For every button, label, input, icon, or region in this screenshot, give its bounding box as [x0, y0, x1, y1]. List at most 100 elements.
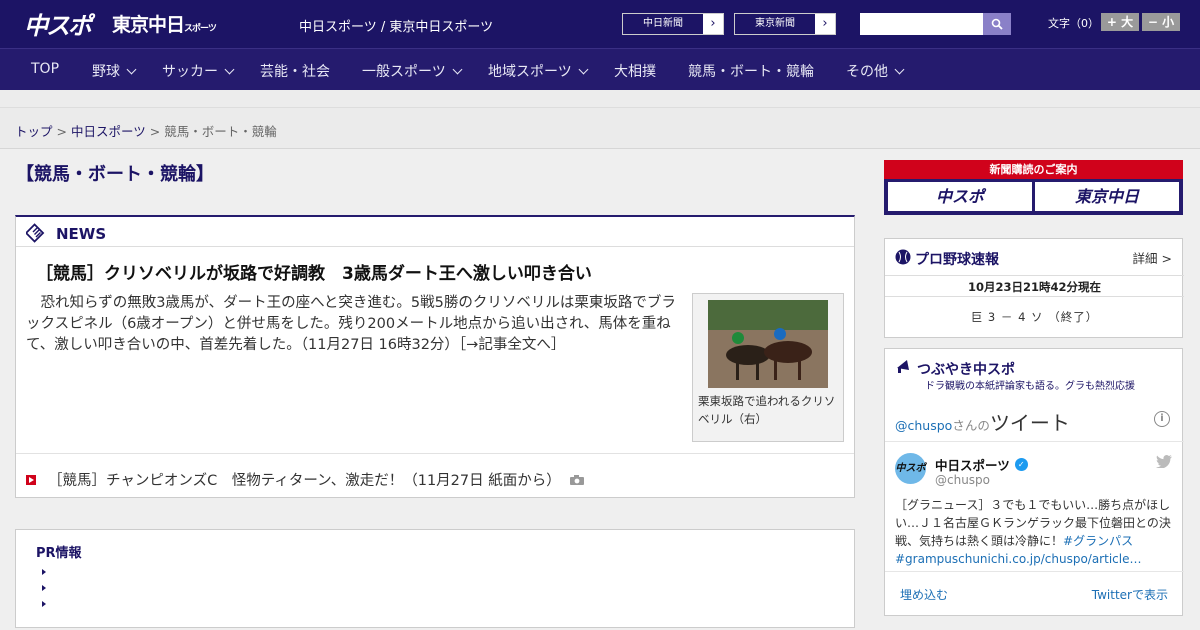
subscribe-chuspo-button[interactable]: 中スポ: [888, 182, 1032, 211]
chevron-down-icon: [452, 64, 463, 75]
top-header: 中スポ 東京中日スポーツ 中日スポーツ / 東京中日スポーツ 中日新聞 › 東京…: [0, 0, 1200, 48]
pr-section: PR情報: [15, 529, 855, 628]
tokyo-shimbun-link[interactable]: 東京新聞 ›: [734, 13, 836, 35]
divider: [885, 441, 1184, 442]
nav-item-general-sports[interactable]: 一般スポーツ: [362, 61, 463, 81]
view-on-twitter-link[interactable]: Twitterで表示: [1092, 586, 1168, 603]
search-button[interactable]: [983, 13, 1011, 35]
chevron-right-icon: ›: [822, 16, 828, 31]
pro-baseball-detail-link[interactable]: 詳細 >: [1133, 248, 1172, 267]
search-icon: [991, 18, 1003, 30]
sub-news-item[interactable]: ［競馬］チャンピオンズC 怪物ティターン、激走だ！（11月27日 紙面から）: [26, 469, 585, 490]
nav-label: TOP: [31, 61, 60, 77]
twitter-card: つぶやき中スポ ドラ観戦の本紙評論家も語る。グラも熱烈応援 @chuspoさんの…: [884, 348, 1184, 616]
nav-item-soccer[interactable]: サッカー: [162, 61, 235, 81]
nav-label: 野球: [92, 64, 120, 80]
nav-item-entertainment[interactable]: 芸能・社会: [260, 61, 330, 81]
breadcrumb-separator: >: [56, 124, 67, 139]
nav-item-other[interactable]: その他: [846, 61, 905, 81]
news-lead[interactable]: 恐れ知らずの無敗3歳馬が、ダート王の座へと突き進む。5戦5勝のクリソベリルは栗東…: [26, 293, 686, 356]
tokyo-shimbun-label: 東京新聞: [735, 14, 815, 34]
pro-baseball-score[interactable]: 巨 3 － 4 ソ （終了）: [885, 309, 1184, 325]
subscribe-tokyo-chunichi-button[interactable]: 東京中日: [1035, 182, 1179, 211]
horse-racing-photo: [708, 300, 828, 388]
tweet-link[interactable]: #grampuschunichi.co.jp/chuspo/article…: [895, 552, 1141, 566]
chevron-down-icon: [224, 64, 235, 75]
news-photo-card[interactable]: 栗東坂路で追われるクリソベリル（右）: [692, 293, 844, 442]
divider: [16, 453, 854, 454]
font-smaller-button[interactable]: − 小: [1142, 13, 1180, 31]
spacer-strip: [0, 90, 1200, 108]
pro-baseball-title: プロ野球速報: [915, 252, 999, 268]
breadcrumb-top[interactable]: トップ: [15, 124, 53, 139]
pr-bullet-icon: [42, 585, 46, 591]
twitter-bird-icon[interactable]: [1156, 455, 1172, 468]
news-label: NEWS: [56, 225, 107, 243]
embed-link[interactable]: 埋め込む: [900, 586, 948, 603]
chevron-right-icon: ›: [710, 16, 716, 31]
news-headline[interactable]: ［競馬］クリソベリルが坂路で好調教 3歳馬ダート王へ激しい叩き合い: [36, 259, 592, 284]
pr-bullet-icon: [42, 601, 46, 607]
chevron-down-icon: [894, 64, 905, 75]
nav-label: 競馬・ボート・競輪: [688, 64, 814, 80]
tweet-hashtag[interactable]: #グランパス: [1063, 534, 1133, 548]
megaphone-icon: [897, 360, 909, 373]
breadcrumb-bar: トップ > 中日スポーツ > 競馬・ボート・競輪: [0, 108, 1200, 149]
nav-item-baseball[interactable]: 野球: [92, 61, 137, 81]
subscription-banner[interactable]: 新聞購読のご案内 中スポ 東京中日: [884, 160, 1183, 215]
subscription-banner-title: 新聞購読のご案内: [884, 160, 1183, 179]
tokyo-chunichi-logo[interactable]: 東京中日スポーツ: [112, 10, 217, 37]
nav-label: サッカー: [162, 64, 218, 80]
play-bullet-icon: [26, 474, 36, 485]
breadcrumb-chunichi-sports[interactable]: 中日スポーツ: [71, 124, 146, 139]
tokyo-chunichi-logo-text: 東京中日: [112, 14, 185, 36]
camera-icon: [569, 474, 584, 485]
site-names: 中日スポーツ / 東京中日スポーツ: [299, 20, 494, 35]
search-input[interactable]: [860, 13, 984, 35]
pro-baseball-timestamp: 10月23日21時42分現在: [885, 275, 1184, 297]
font-size-label: 文字（0）: [1048, 17, 1099, 30]
pr-bullet-icon: [42, 569, 46, 575]
baseball-icon: [895, 249, 911, 265]
nav-label: 芸能・社会: [260, 64, 330, 80]
nav-label: 大相撲: [614, 64, 656, 80]
tweet-author-name[interactable]: 中日スポーツ ✓: [935, 455, 1028, 474]
info-icon[interactable]: i: [1154, 411, 1170, 427]
chevron-down-icon: [578, 64, 589, 75]
chuspo-logo[interactable]: 中スポ: [24, 6, 92, 41]
sub-news-headline: ［競馬］チャンピオンズC 怪物ティターン、激走だ！（11月27日 紙面から）: [48, 473, 561, 489]
tweets-by-word: ツイート: [989, 411, 1070, 435]
nav-item-sumo[interactable]: 大相撲: [614, 61, 656, 81]
nav-label: 地域スポーツ: [488, 64, 572, 80]
twitter-card-subtitle: ドラ観戦の本紙評論家も語る。グラも熱烈応援: [925, 381, 1135, 392]
nav-label: 一般スポーツ: [362, 64, 446, 80]
divider: [885, 571, 1184, 572]
main-nav: TOP 野球 サッカー 芸能・社会 一般スポーツ 地域スポーツ 大相撲 競馬・ボ…: [0, 48, 1200, 90]
avatar[interactable]: 中スポ: [895, 453, 926, 484]
photo-caption: 栗東坂路で追われるクリソベリル（右）: [698, 394, 836, 426]
nav-item-top[interactable]: TOP: [31, 61, 59, 77]
font-bigger-button[interactable]: + 大: [1101, 13, 1139, 31]
pro-baseball-card: プロ野球速報 詳細 > 10月23日21時42分現在 巨 3 － 4 ソ （終了…: [884, 238, 1184, 338]
page-title: 【競馬・ボート・競輪】: [16, 164, 214, 185]
verified-badge-icon: ✓: [1014, 458, 1028, 471]
breadcrumb-current: 競馬・ボート・競輪: [164, 124, 277, 139]
tweet-text[interactable]: ［グラニュース］３でも１でもいい…勝ち点がほしい…Ｊ１名古屋ＧＫランゲラック最下…: [895, 496, 1175, 568]
twitter-card-title: つぶやき中スポ: [917, 362, 1015, 378]
breadcrumb-separator: >: [149, 124, 161, 139]
chunichi-shimbun-label: 中日新聞: [623, 14, 703, 34]
tweets-by-suffix: さんの: [952, 418, 990, 433]
newspaper-icon: [26, 223, 45, 243]
tweet-author-name-text: 中日スポーツ: [935, 458, 1010, 473]
tweets-by-handle: @chuspo: [895, 418, 953, 433]
nav-item-horse-racing[interactable]: 競馬・ボート・競輪: [688, 61, 814, 81]
tokyo-chunichi-logo-small: スポーツ: [184, 24, 217, 34]
breadcrumb: トップ > 中日スポーツ > 競馬・ボート・競輪: [15, 121, 277, 140]
tweets-by-header[interactable]: @chuspoさんのツイート: [895, 407, 1070, 436]
nav-label: その他: [846, 64, 888, 80]
nav-item-local-sports[interactable]: 地域スポーツ: [488, 61, 589, 81]
news-section: NEWS ［競馬］クリソベリルが坂路で好調教 3歳馬ダート王へ激しい叩き合い 恐…: [15, 215, 855, 498]
pr-title: PR情報: [36, 546, 82, 561]
chunichi-shimbun-link[interactable]: 中日新聞 ›: [622, 13, 724, 35]
tweet-author-handle[interactable]: @chuspo: [935, 473, 990, 487]
